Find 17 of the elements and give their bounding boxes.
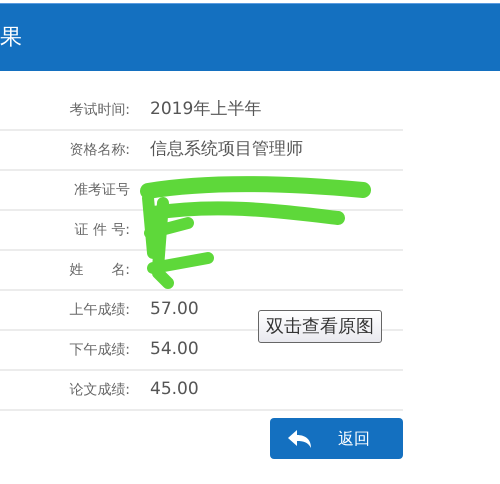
reply-arrow-icon: [288, 430, 312, 448]
field-value: 45.00: [150, 378, 199, 402]
page-title: 果: [0, 24, 22, 52]
tooltip: 双击查看原图: [258, 310, 382, 343]
field-value: 54.00: [150, 338, 199, 362]
field-label: 考试时间:: [68, 100, 130, 120]
back-button[interactable]: 返回: [270, 418, 403, 459]
field-label: 论文成绩:: [68, 380, 130, 400]
field-label: 姓 名:: [68, 260, 130, 280]
field-label: 下午成绩:: [68, 340, 130, 360]
field-label: 资格名称:: [68, 140, 130, 160]
field-value: 2019年上半年: [150, 98, 262, 122]
field-value: 信息系统项目管理师: [150, 138, 303, 162]
field-value: 57.00: [150, 298, 199, 322]
field-label: 上午成绩:: [68, 300, 130, 320]
field-label: 准考证号: [73, 180, 130, 200]
field-label: 证 件 号:: [73, 220, 130, 240]
